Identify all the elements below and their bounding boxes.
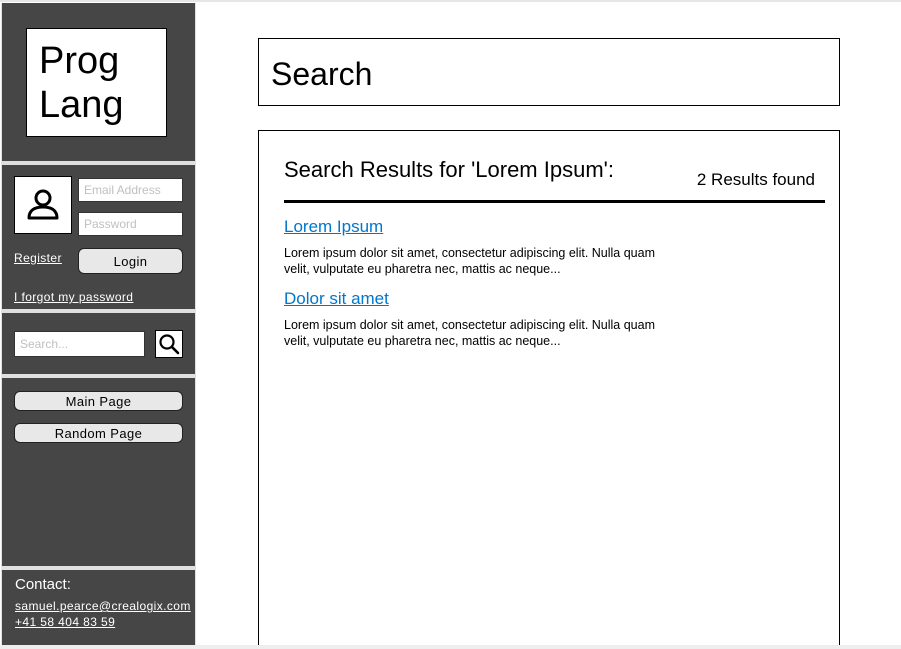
logo-text: Prog Lang — [39, 39, 124, 127]
contact-panel: Contact: samuel.pearce@crealogix.com +41… — [2, 570, 195, 647]
result-item: Dolor sit amet Lorem ipsum dolor sit ame… — [284, 289, 664, 349]
email-field[interactable] — [78, 178, 183, 202]
main-page-button[interactable]: Main Page — [14, 391, 183, 411]
result-title-link[interactable]: Lorem Ipsum — [284, 217, 664, 237]
contact-email-link[interactable]: samuel.pearce@crealogix.com — [15, 599, 191, 613]
contact-phone-link[interactable]: +41 58 404 83 59 — [15, 615, 115, 629]
result-snippet: Lorem ipsum dolor sit amet, consectetur … — [284, 318, 656, 348]
search-panel — [2, 313, 195, 374]
result-item: Lorem Ipsum Lorem ipsum dolor sit amet, … — [284, 217, 664, 277]
user-avatar — [14, 176, 72, 234]
results-heading: Search Results for 'Lorem Ipsum': — [284, 157, 614, 182]
results-count: 2 Results found — [696, 170, 815, 189]
search-button[interactable] — [155, 330, 183, 358]
logo-line-2: Lang — [39, 84, 124, 126]
result-title-link[interactable]: Dolor sit amet — [284, 289, 664, 309]
login-panel: Register Login I forgot my password — [2, 165, 195, 309]
search-results-panel: Search Results for 'Lorem Ipsum': 2 Resu… — [258, 130, 840, 648]
result-snippet: Lorem ipsum dolor sit amet, consectetur … — [284, 246, 656, 276]
nav-panel: Main Page Random Page — [2, 378, 195, 566]
contact-title: Contact: — [15, 576, 71, 593]
page-title: Search — [271, 56, 373, 92]
search-icon — [159, 334, 180, 355]
top-border — [0, 0, 901, 2]
forgot-password-link[interactable]: I forgot my password — [14, 290, 133, 304]
search-input[interactable] — [14, 331, 145, 357]
random-page-button[interactable]: Random Page — [14, 423, 183, 443]
logo-line-1: Prog — [39, 40, 120, 82]
register-link[interactable]: Register — [14, 251, 62, 265]
sidebar: Prog Lang Register Login I forgot my pas… — [1, 3, 196, 647]
logo-panel: Prog Lang — [2, 3, 195, 161]
bottom-border — [0, 645, 901, 649]
login-button[interactable]: Login — [78, 248, 183, 274]
page-title-box: Search — [258, 38, 840, 106]
password-field[interactable] — [78, 212, 183, 236]
results-divider — [284, 200, 825, 203]
user-icon — [27, 189, 59, 220]
logo[interactable]: Prog Lang — [26, 28, 167, 137]
